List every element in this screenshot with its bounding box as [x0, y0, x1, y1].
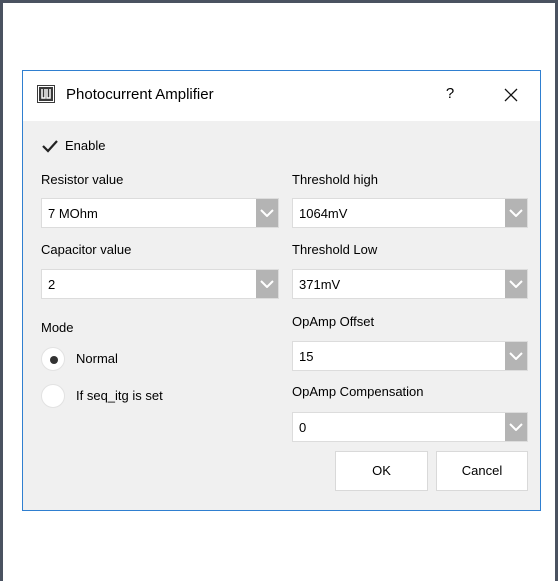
resistor-value-label: Resistor value: [41, 172, 124, 187]
checkmark-icon: [41, 138, 59, 154]
opamp-offset-select[interactable]: 15: [292, 341, 528, 371]
photocurrent-amplifier-dialog: Photocurrent Amplifier ? Enable Resistor…: [22, 70, 541, 511]
threshold-low-label: Threshold Low: [292, 242, 378, 257]
threshold-high-select[interactable]: 1064mV: [292, 198, 528, 228]
threshold-low-current: 371mV: [299, 277, 341, 292]
opamp-compensation-label: OpAmp Compensation: [292, 384, 424, 399]
mode-seq-itg-label: If seq_itg is set: [76, 388, 163, 403]
chevron-down-icon[interactable]: [505, 199, 527, 227]
resistor-value-current: 7 MOhm: [48, 206, 98, 221]
chevron-down-icon[interactable]: [256, 270, 278, 298]
help-icon[interactable]: ?: [440, 83, 460, 105]
enable-label: Enable: [65, 138, 106, 153]
mode-normal-label: Normal: [76, 351, 118, 366]
chevron-down-icon[interactable]: [505, 342, 527, 370]
opamp-compensation-current: 0: [299, 420, 307, 435]
mode-label: Mode: [41, 320, 74, 335]
resistor-value-select[interactable]: 7 MOhm: [41, 198, 279, 228]
opamp-offset-label: OpAmp Offset: [292, 314, 375, 329]
mode-radio-seq-itg[interactable]: If seq_itg is set: [41, 384, 241, 410]
opamp-offset-current: 15: [299, 349, 314, 364]
title-bar[interactable]: Photocurrent Amplifier ?: [23, 71, 540, 121]
cancel-button[interactable]: Cancel: [436, 451, 528, 491]
capacitor-value-label: Capacitor value: [41, 242, 132, 257]
threshold-high-current: 1064mV: [299, 206, 348, 221]
chevron-down-icon[interactable]: [505, 413, 527, 441]
app-icon: [37, 85, 55, 103]
threshold-low-select[interactable]: 371mV: [292, 269, 528, 299]
chevron-down-icon[interactable]: [256, 199, 278, 227]
close-icon[interactable]: [499, 83, 523, 107]
mode-radio-normal[interactable]: Normal: [41, 347, 241, 373]
window-frame-left: [0, 0, 3, 581]
ok-button[interactable]: OK: [335, 451, 428, 491]
dialog-title: Photocurrent Amplifier: [66, 86, 214, 103]
chevron-down-icon[interactable]: [505, 270, 527, 298]
radio-button-normal[interactable]: [41, 347, 65, 371]
capacitor-value-select[interactable]: 2: [41, 269, 279, 299]
radio-selected-dot: [50, 356, 58, 364]
radio-button-seq-itg[interactable]: [41, 384, 65, 408]
threshold-high-label: Threshold high: [292, 172, 378, 187]
window-frame-top: [0, 0, 558, 3]
opamp-compensation-select[interactable]: 0: [292, 412, 528, 442]
capacitor-value-current: 2: [48, 277, 56, 292]
